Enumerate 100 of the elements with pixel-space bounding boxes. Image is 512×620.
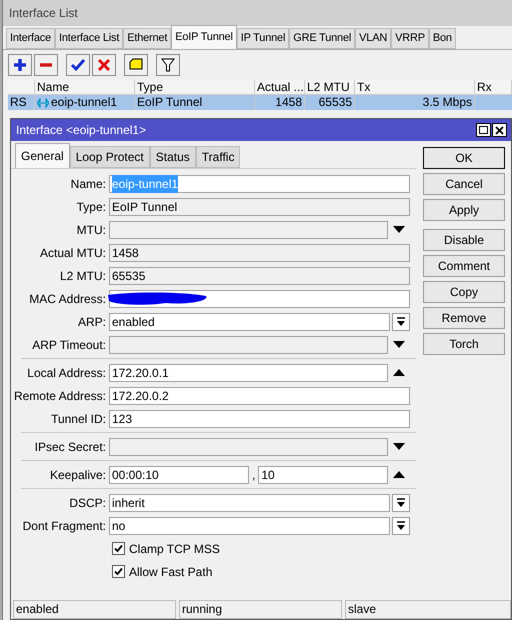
table-row[interactable]: RS eoip-tunnel1 EoIP Tunnel 1458 65535 3.5 Mbps	[8, 95, 512, 110]
collapse-arrow-icon[interactable]	[393, 471, 405, 478]
field-label: ARP:	[76, 314, 107, 330]
column-header[interactable]: Name	[35, 80, 135, 94]
tab[interactable]: Loop Protect	[70, 146, 150, 168]
status-cell: slave	[345, 600, 511, 619]
field-label: L2 MTU:	[58, 268, 107, 284]
dialog-button[interactable]: Apply	[423, 199, 505, 221]
dialog-button[interactable]: Comment	[423, 255, 505, 277]
dropdown-arrow-icon	[396, 498, 406, 508]
input-field[interactable]: inherit	[109, 494, 390, 512]
dropdown-button[interactable]	[392, 494, 410, 512]
table-cell: 65535	[318, 95, 352, 110]
input-field[interactable]: 172.20.0.2	[109, 386, 410, 404]
field-label: IPsec Secret:	[34, 438, 107, 456]
checkbox-label: Clamp TCP MSS	[129, 540, 220, 558]
dialog-button[interactable]: Torch	[423, 333, 505, 355]
cross-button[interactable]	[92, 54, 116, 76]
dialog-title: Interface <eoip-tunnel1>	[16, 122, 148, 139]
input-field[interactable]	[109, 290, 410, 308]
dropdown-arrow-icon	[396, 520, 406, 530]
field-label: Local Address:	[26, 364, 107, 382]
column-header[interactable]: Type	[135, 80, 255, 94]
dialog-button[interactable]: Copy	[423, 281, 505, 303]
field-label: Name:	[70, 176, 107, 192]
column-header[interactable]: L2 MTU	[305, 80, 355, 94]
dropdown-button[interactable]	[392, 516, 410, 534]
dropdown-button[interactable]	[392, 312, 410, 330]
input-field[interactable]: enabled	[109, 312, 390, 330]
input-field[interactable]: 172.20.0.1	[109, 364, 388, 382]
input-field[interactable]	[109, 220, 388, 238]
close-button[interactable]	[492, 123, 507, 137]
tab[interactable]: VLAN	[355, 28, 392, 49]
dropdown-arrow-icon[interactable]	[393, 226, 405, 233]
tab[interactable]: EoIP Tunnel	[171, 25, 237, 49]
status-cell: enabled	[13, 600, 176, 619]
field-label: ARP Timeout:	[31, 336, 107, 354]
field-label: Actual MTU:	[38, 244, 107, 262]
field-label: Type:	[76, 198, 107, 216]
input-field[interactable]	[109, 438, 388, 456]
input-field[interactable]	[109, 336, 388, 354]
tab[interactable]: GRE Tunnel	[289, 28, 356, 49]
tab[interactable]: Interface	[6, 28, 56, 49]
table-cell: 1458	[275, 95, 302, 110]
checkmark-button[interactable]	[66, 54, 90, 76]
tab[interactable]: Traffic	[196, 146, 240, 168]
field-label: DSCP:	[68, 494, 107, 512]
input-field[interactable]: 1458	[109, 244, 410, 262]
dialog-button[interactable]: Cancel	[423, 173, 505, 195]
tab[interactable]: IP Tunnel	[236, 28, 290, 49]
tab[interactable]: VRRP	[391, 28, 429, 49]
filter-button[interactable]	[156, 54, 180, 76]
column-header[interactable]: Rx	[475, 80, 512, 94]
filter-icon	[160, 57, 176, 73]
dialog-button[interactable]: Remove	[423, 307, 505, 329]
separator-text: ,	[251, 466, 256, 484]
status-cell: running	[179, 600, 342, 619]
maximize-button[interactable]	[476, 123, 491, 137]
tab[interactable]: General	[15, 143, 70, 168]
checkbox[interactable]	[112, 542, 125, 555]
checkmark-icon	[70, 57, 86, 73]
column-header[interactable]: Actual ...	[255, 80, 305, 94]
collapse-arrow-icon[interactable]	[393, 369, 405, 376]
field-label: MAC Address:	[28, 290, 107, 308]
table-cell: eoip-tunnel1	[51, 95, 118, 110]
field-label: Tunnel ID:	[50, 410, 107, 428]
input-field[interactable]: 10	[258, 466, 388, 484]
input-field[interactable]: 65535	[109, 266, 410, 284]
dialog-button[interactable]: OK	[423, 147, 505, 169]
tunnel-icon	[37, 98, 49, 108]
close-icon	[495, 126, 504, 134]
column-header[interactable]: Tx	[355, 80, 475, 94]
input-field[interactable]: 123	[109, 410, 410, 428]
dialog-button[interactable]: Disable	[423, 229, 505, 251]
input-field[interactable]: no	[109, 516, 390, 534]
field-label: Dont Fragment:	[22, 518, 107, 534]
table-cell: 3.5 Mbps	[422, 95, 472, 110]
table-cell: RS	[10, 95, 27, 110]
plus-icon	[12, 57, 28, 73]
checkbox[interactable]	[112, 565, 125, 578]
checkbox-label: Allow Fast Path	[129, 564, 212, 580]
input-field[interactable]: 00:00:10	[109, 466, 249, 484]
minus-button[interactable]	[34, 54, 58, 76]
field-label: MTU:	[76, 222, 107, 238]
window-title: Interface List	[9, 5, 78, 22]
cross-icon	[96, 57, 112, 73]
dropdown-arrow-icon[interactable]	[393, 341, 405, 348]
redaction-scribble-icon	[106, 290, 208, 306]
tab[interactable]: Interface List	[55, 28, 124, 49]
field-label: Keepalive:	[48, 466, 107, 484]
plus-button[interactable]	[8, 54, 32, 76]
note-button[interactable]	[124, 54, 148, 76]
tab[interactable]: Ethernet	[123, 28, 172, 49]
dropdown-arrow-icon[interactable]	[393, 443, 405, 450]
input-field[interactable]: EoIP Tunnel	[109, 198, 410, 216]
field-label: Remote Address:	[13, 388, 107, 404]
tab[interactable]: Bon	[428, 28, 456, 49]
dropdown-arrow-icon	[396, 316, 406, 326]
tab[interactable]: Status	[150, 146, 196, 168]
table-cell: EoIP Tunnel	[137, 95, 202, 110]
